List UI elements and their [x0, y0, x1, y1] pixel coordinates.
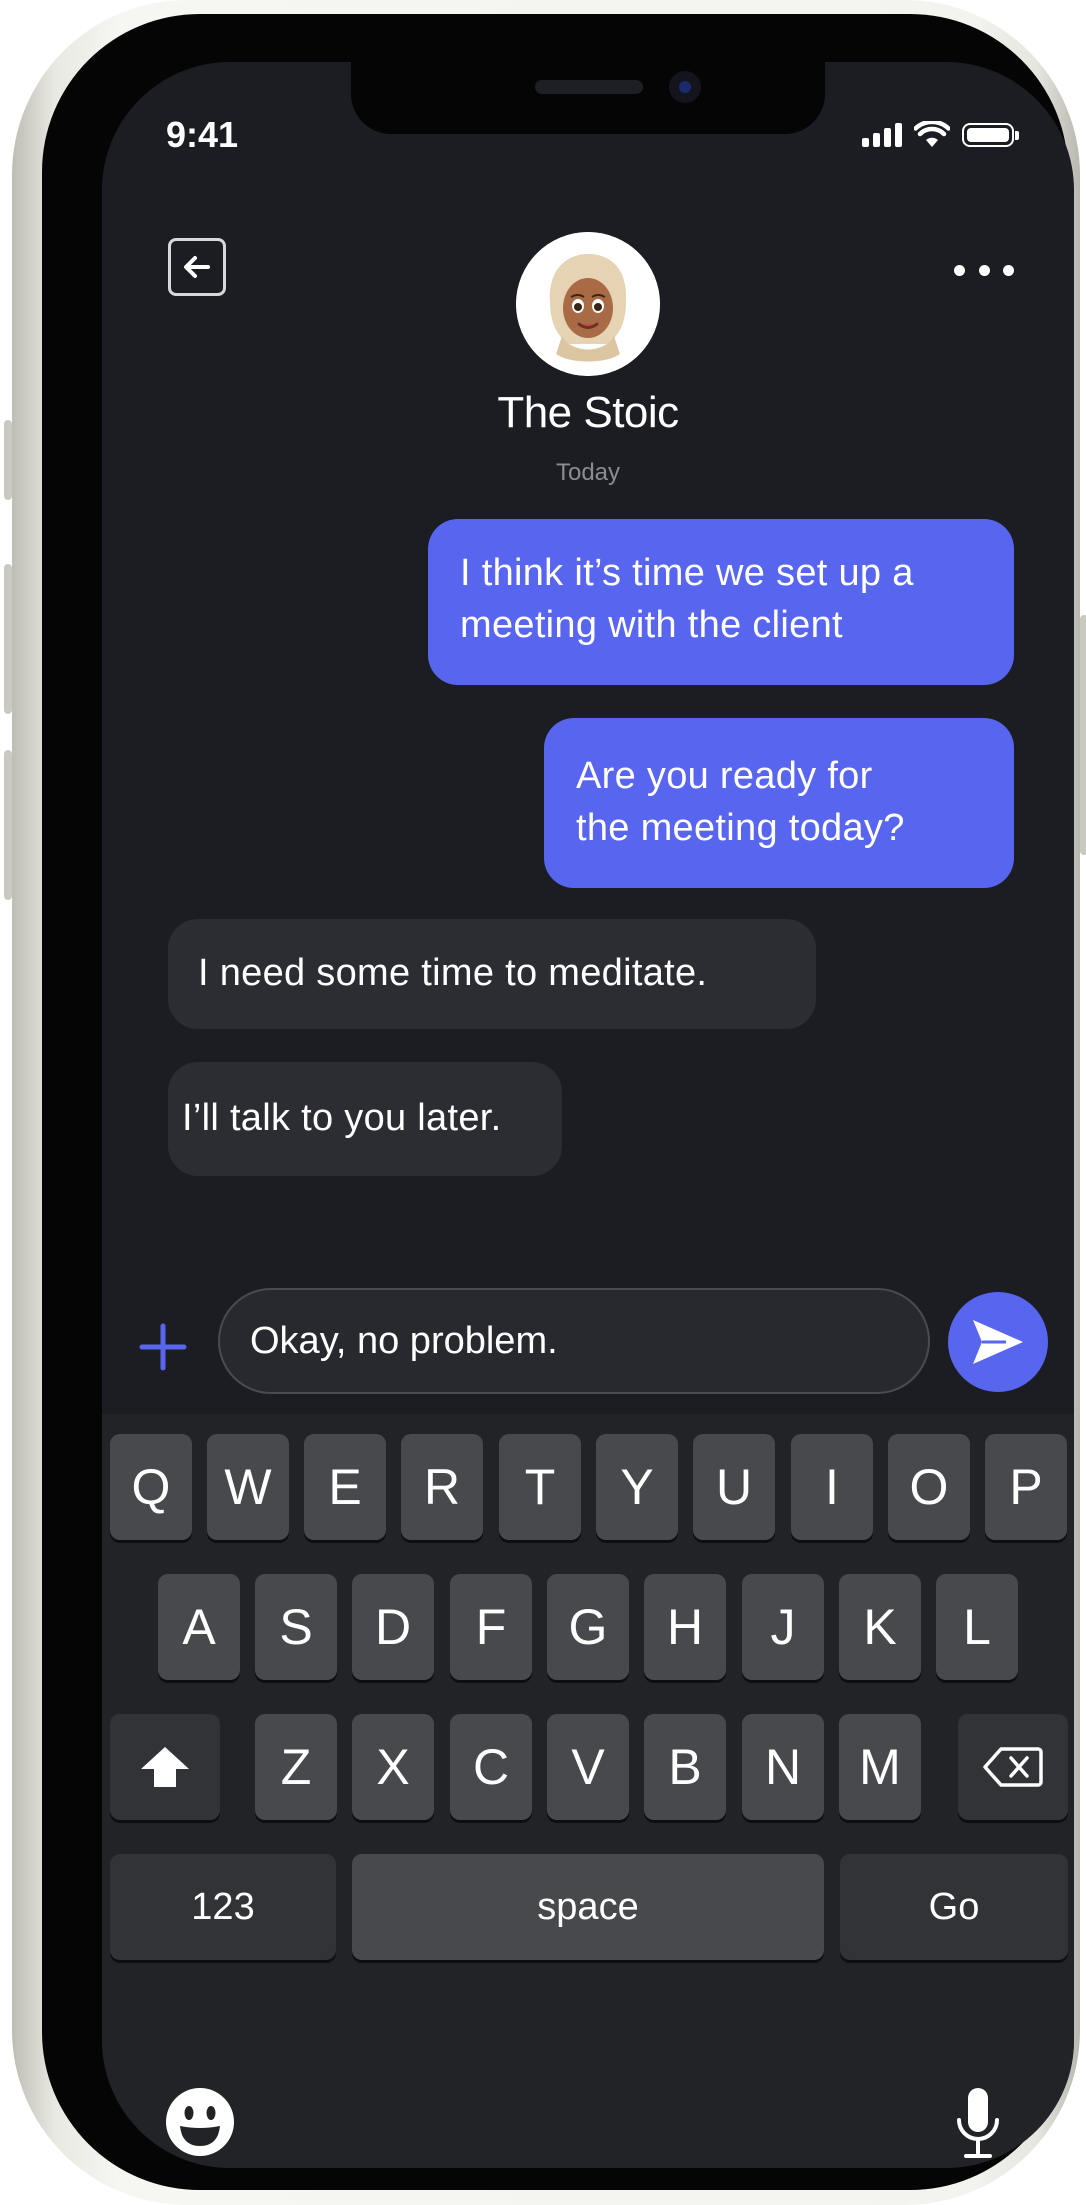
- key-o[interactable]: O: [888, 1434, 970, 1540]
- space-key[interactable]: space: [352, 1854, 824, 1960]
- arrow-left-icon: [184, 256, 210, 278]
- plus-icon: [139, 1323, 187, 1371]
- volume-down-button: [4, 750, 12, 900]
- key-b[interactable]: B: [644, 1714, 726, 1820]
- key-f[interactable]: F: [450, 1574, 532, 1680]
- key-x[interactable]: X: [352, 1714, 434, 1820]
- volume-up-button: [4, 564, 12, 714]
- key-g[interactable]: G: [547, 1574, 629, 1680]
- contact-name: The Stoic: [497, 388, 679, 437]
- key-z[interactable]: Z: [255, 1714, 337, 1820]
- cellular-signal-icon: [862, 123, 902, 147]
- message-bubble-incoming[interactable]: I need some time to meditate.: [168, 919, 816, 1029]
- shift-key[interactable]: [110, 1714, 220, 1820]
- key-j[interactable]: J: [742, 1574, 824, 1680]
- message-text-line: Are you ready for: [576, 755, 873, 797]
- key-v[interactable]: V: [547, 1714, 629, 1820]
- memoji-avatar-icon: [516, 232, 660, 376]
- notch: [351, 62, 825, 134]
- attach-button[interactable]: [138, 1322, 188, 1372]
- screen: 9:41 The Stoic Today I think it’s time w…: [102, 62, 1074, 2168]
- delete-key[interactable]: [958, 1714, 1068, 1820]
- key-r[interactable]: R: [401, 1434, 483, 1540]
- ellipsis-dot: [1003, 264, 1014, 276]
- send-button[interactable]: [948, 1292, 1048, 1392]
- key-t[interactable]: T: [499, 1434, 581, 1540]
- key-l[interactable]: L: [936, 1574, 1018, 1680]
- key-d[interactable]: D: [352, 1574, 434, 1680]
- phone-frame: 9:41 The Stoic Today I think it’s time w…: [4, 0, 1086, 2205]
- back-button[interactable]: [168, 238, 226, 296]
- message-text-line: I need some time to meditate.: [198, 952, 708, 994]
- backspace-icon: [983, 1747, 1043, 1787]
- more-options-button[interactable]: [954, 262, 1014, 278]
- key-i[interactable]: I: [791, 1434, 873, 1540]
- message-input[interactable]: [218, 1288, 930, 1394]
- message-text-line: meeting with the client: [460, 604, 843, 646]
- battery-icon: [962, 123, 1019, 147]
- phone-bezel: 9:41 The Stoic Today I think it’s time w…: [42, 14, 1074, 2190]
- ellipsis-dot: [978, 264, 990, 276]
- key-m[interactable]: M: [839, 1714, 921, 1820]
- ellipsis-dot: [954, 264, 965, 276]
- microphone-icon: [957, 2088, 999, 2158]
- message-bubble-outgoing[interactable]: Are you ready for the meeting today?: [544, 718, 1014, 888]
- message-text-line: the meeting today?: [576, 807, 905, 849]
- power-button: [1080, 615, 1086, 855]
- status-icons: [862, 120, 1019, 150]
- emoji-button[interactable]: [164, 2086, 236, 2158]
- key-e[interactable]: E: [304, 1434, 386, 1540]
- key-h[interactable]: H: [644, 1574, 726, 1680]
- go-key[interactable]: Go: [840, 1854, 1068, 1960]
- message-text-line: I think it’s time we set up a: [460, 552, 914, 594]
- key-p[interactable]: P: [985, 1434, 1067, 1540]
- key-s[interactable]: S: [255, 1574, 337, 1680]
- silent-switch: [4, 420, 12, 500]
- key-n[interactable]: N: [742, 1714, 824, 1820]
- date-separator: Today: [555, 459, 621, 486]
- key-q[interactable]: Q: [110, 1434, 192, 1540]
- key-c[interactable]: C: [450, 1714, 532, 1820]
- keyboard: Q W E R T Y U I O P A S D F G H J K L Z …: [102, 1414, 1074, 2168]
- earpiece-speaker: [535, 80, 643, 94]
- key-u[interactable]: U: [693, 1434, 775, 1540]
- shift-icon: [141, 1747, 189, 1787]
- dictation-button[interactable]: [954, 2086, 1002, 2162]
- key-w[interactable]: W: [207, 1434, 289, 1540]
- wifi-icon: [914, 121, 950, 147]
- numbers-key[interactable]: 123: [110, 1854, 336, 1960]
- front-camera: [669, 71, 701, 103]
- key-y[interactable]: Y: [596, 1434, 678, 1540]
- key-k[interactable]: K: [839, 1574, 921, 1680]
- key-a[interactable]: A: [158, 1574, 240, 1680]
- message-bubble-outgoing[interactable]: I think it’s time we set up a meeting wi…: [428, 519, 1014, 685]
- message-text-line: I’ll talk to you later.: [182, 1097, 502, 1139]
- contact-avatar[interactable]: [516, 232, 660, 376]
- emoji-icon: [166, 2088, 234, 2156]
- message-bubble-incoming[interactable]: I’ll talk to you later.: [168, 1062, 562, 1176]
- send-icon: [973, 1320, 1023, 1364]
- status-time: 9:41: [166, 114, 239, 155]
